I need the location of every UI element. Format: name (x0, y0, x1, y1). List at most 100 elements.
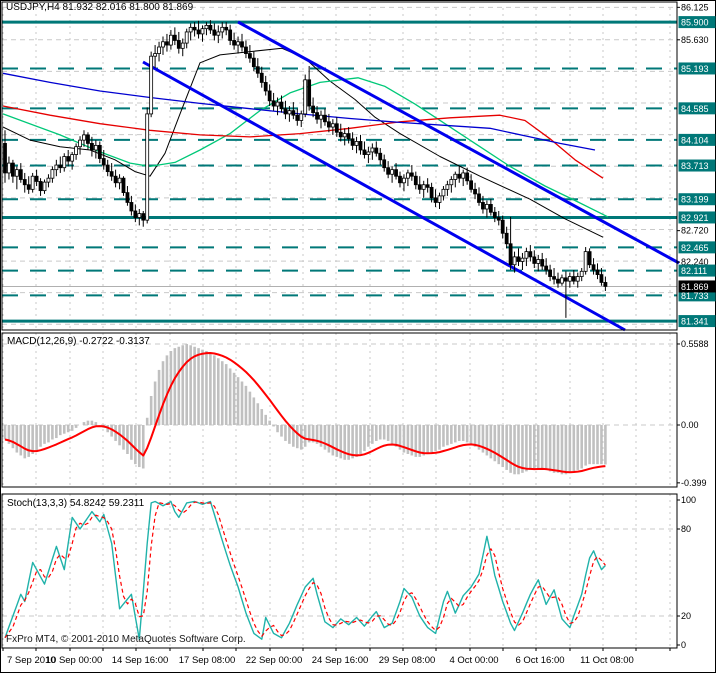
svg-text:4 Oct 00:00: 4 Oct 00:00 (449, 655, 498, 666)
candle (334, 123, 339, 133)
candle (38, 181, 43, 192)
candle (172, 34, 177, 41)
candle (556, 278, 560, 284)
candle (113, 175, 118, 184)
candle (188, 26, 193, 33)
candle (291, 110, 296, 116)
candle (74, 146, 78, 155)
candle (374, 147, 379, 154)
svg-text:85.630: 85.630 (681, 35, 709, 45)
candle (7, 162, 11, 174)
candle (405, 172, 410, 179)
svg-text:24 Sep 16:00: 24 Sep 16:00 (312, 655, 369, 666)
candle (441, 188, 446, 197)
candle (540, 259, 545, 267)
candle (157, 46, 161, 54)
candle (492, 211, 497, 218)
candle (504, 232, 509, 245)
candle (496, 217, 501, 221)
candle (220, 26, 225, 33)
candle (121, 177, 126, 194)
candle (378, 152, 383, 161)
candle (512, 256, 517, 266)
candle (228, 29, 233, 41)
candle (299, 113, 304, 121)
candle (18, 169, 23, 180)
candle (386, 167, 391, 175)
candle (145, 113, 150, 221)
candle (3, 143, 7, 174)
candle (326, 121, 331, 128)
candle (54, 164, 59, 171)
candle (461, 172, 466, 179)
candle (141, 213, 146, 221)
candle (105, 164, 110, 173)
candle (465, 172, 470, 182)
candle (421, 184, 426, 190)
candle (449, 179, 454, 186)
candle (287, 110, 292, 115)
candle (409, 172, 414, 177)
candle (66, 156, 71, 162)
candle (587, 251, 592, 266)
candle (338, 131, 343, 138)
candle (319, 114, 323, 120)
candle (117, 177, 122, 184)
candle (109, 171, 114, 177)
candle (137, 213, 142, 218)
candle (350, 138, 355, 146)
candle (520, 257, 525, 262)
candle (82, 134, 86, 141)
candle (283, 108, 288, 115)
candle (196, 29, 201, 35)
candle (591, 264, 596, 271)
mt4-chart-window: 86.125 85.630 82.720 82.240 85.900 85.193 84.5… (0, 0, 716, 673)
candle (524, 251, 529, 259)
svg-text:81.341: 81.341 (681, 317, 709, 327)
candle (429, 186, 434, 199)
candle (247, 53, 252, 59)
candle (433, 197, 438, 203)
candle (599, 274, 604, 283)
candle (30, 175, 35, 190)
candle (161, 41, 165, 48)
candle (263, 82, 268, 92)
chart-background (0, 0, 716, 673)
svg-text:82.111: 82.111 (681, 266, 707, 276)
candle (244, 46, 248, 54)
candle (180, 42, 185, 49)
candle (58, 164, 63, 169)
candle (575, 276, 580, 282)
svg-text:83.713: 83.713 (681, 161, 709, 171)
svg-text:82.465: 82.465 (681, 243, 709, 253)
candle (595, 269, 600, 275)
candle (14, 169, 19, 177)
candle (208, 24, 213, 31)
candle (536, 259, 541, 264)
candle (315, 112, 319, 120)
chart-canvas[interactable]: 86.12585.63082.72082.24085.90085.19384.5… (0, 0, 716, 673)
candle (370, 147, 375, 153)
candle (129, 202, 134, 212)
svg-text:84.104: 84.104 (681, 135, 709, 145)
candle (484, 204, 489, 210)
candle (303, 79, 308, 115)
svg-text:86.125: 86.125 (681, 2, 709, 12)
candle (279, 101, 284, 110)
candle (516, 256, 521, 262)
candle (184, 31, 189, 44)
candle (477, 193, 481, 203)
candle (362, 149, 367, 155)
candle (93, 144, 98, 151)
candle (176, 40, 181, 49)
candle (307, 79, 312, 107)
candle (192, 26, 197, 31)
svg-text:83.199: 83.199 (681, 195, 709, 205)
candle (437, 195, 442, 203)
svg-text:85.193: 85.193 (681, 64, 709, 74)
candle (78, 139, 82, 148)
candle (46, 177, 51, 183)
svg-text:6 Oct 16:00: 6 Oct 16:00 (515, 655, 564, 666)
candle (571, 276, 576, 282)
candle (26, 184, 31, 190)
